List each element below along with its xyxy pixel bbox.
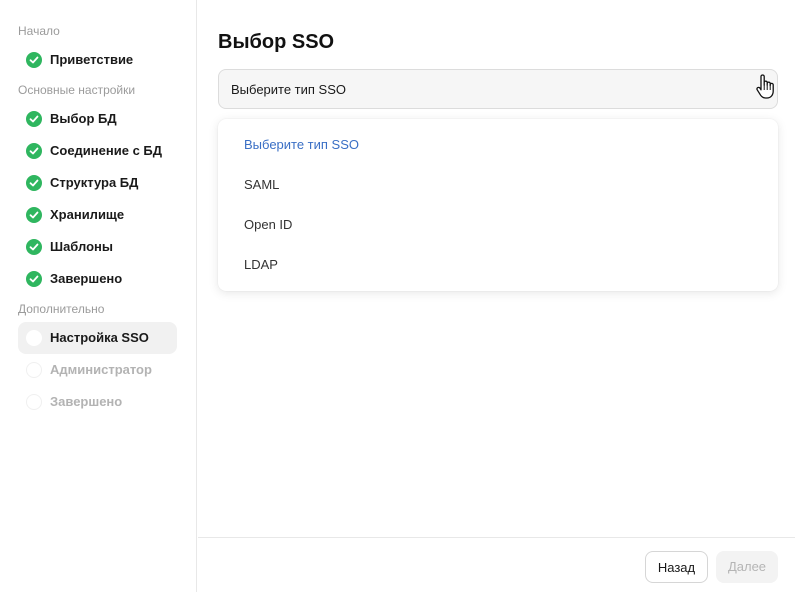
option-choose-sso[interactable]: Выберите тип SSO xyxy=(244,137,359,152)
option-saml[interactable]: SAML xyxy=(244,177,279,192)
step-finished-extra[interactable]: Завершено xyxy=(18,386,177,418)
step-label: Структура БД xyxy=(50,175,139,190)
step-label: Выбор БД xyxy=(50,111,117,126)
step-label: Администратор xyxy=(50,362,152,377)
check-circle-icon xyxy=(26,175,42,191)
step-label: Завершено xyxy=(50,394,123,409)
option-ldap[interactable]: LDAP xyxy=(244,257,278,272)
wizard-sidebar: Начало Приветствие Основные настройки Вы… xyxy=(0,0,197,592)
check-circle-icon xyxy=(26,271,42,287)
step-templates[interactable]: Шаблоны xyxy=(18,231,177,263)
step-storage[interactable]: Хранилище xyxy=(18,199,177,231)
section-label-basic: Основные настройки xyxy=(18,83,136,97)
step-label: Хранилище xyxy=(50,207,125,222)
page-title: Выбор SSO xyxy=(218,31,335,53)
hand-pointer-cursor-icon xyxy=(755,74,777,107)
current-step-circle-icon xyxy=(26,330,42,346)
step-sso-setup[interactable]: Настройка SSO xyxy=(18,322,177,354)
section-label-start: Начало xyxy=(18,24,60,38)
check-circle-icon xyxy=(26,111,42,127)
select-value: Выберите тип SSO xyxy=(231,82,347,97)
step-welcome[interactable]: Приветствие xyxy=(18,44,177,76)
check-circle-icon xyxy=(26,207,42,223)
step-db-structure[interactable]: Структура БД xyxy=(18,167,177,199)
step-db-choice[interactable]: Выбор БД xyxy=(18,103,177,135)
option-openid[interactable]: Open ID xyxy=(244,217,292,232)
sso-type-dropdown-menu: Выберите тип SSO SAML Open ID LDAP xyxy=(218,119,778,291)
back-button[interactable]: Назад xyxy=(645,551,708,583)
pending-circle-icon xyxy=(26,362,42,378)
step-label: Завершено xyxy=(50,271,123,286)
check-circle-icon xyxy=(26,143,42,159)
step-label: Настройка SSO xyxy=(50,330,149,345)
step-label: Шаблоны xyxy=(50,239,113,254)
step-label: Приветствие xyxy=(50,52,134,67)
section-label-extra: Дополнительно xyxy=(18,302,105,316)
pending-circle-icon xyxy=(26,394,42,410)
sso-type-select[interactable]: Выберите тип SSO xyxy=(218,69,778,109)
next-button[interactable]: Далее xyxy=(716,551,778,583)
step-label: Соединение с БД xyxy=(50,143,163,158)
step-finished-basic[interactable]: Завершено xyxy=(18,263,177,295)
check-circle-icon xyxy=(26,52,42,68)
step-administrator[interactable]: Администратор xyxy=(18,354,177,386)
step-db-connection[interactable]: Соединение с БД xyxy=(18,135,177,167)
check-circle-icon xyxy=(26,239,42,255)
